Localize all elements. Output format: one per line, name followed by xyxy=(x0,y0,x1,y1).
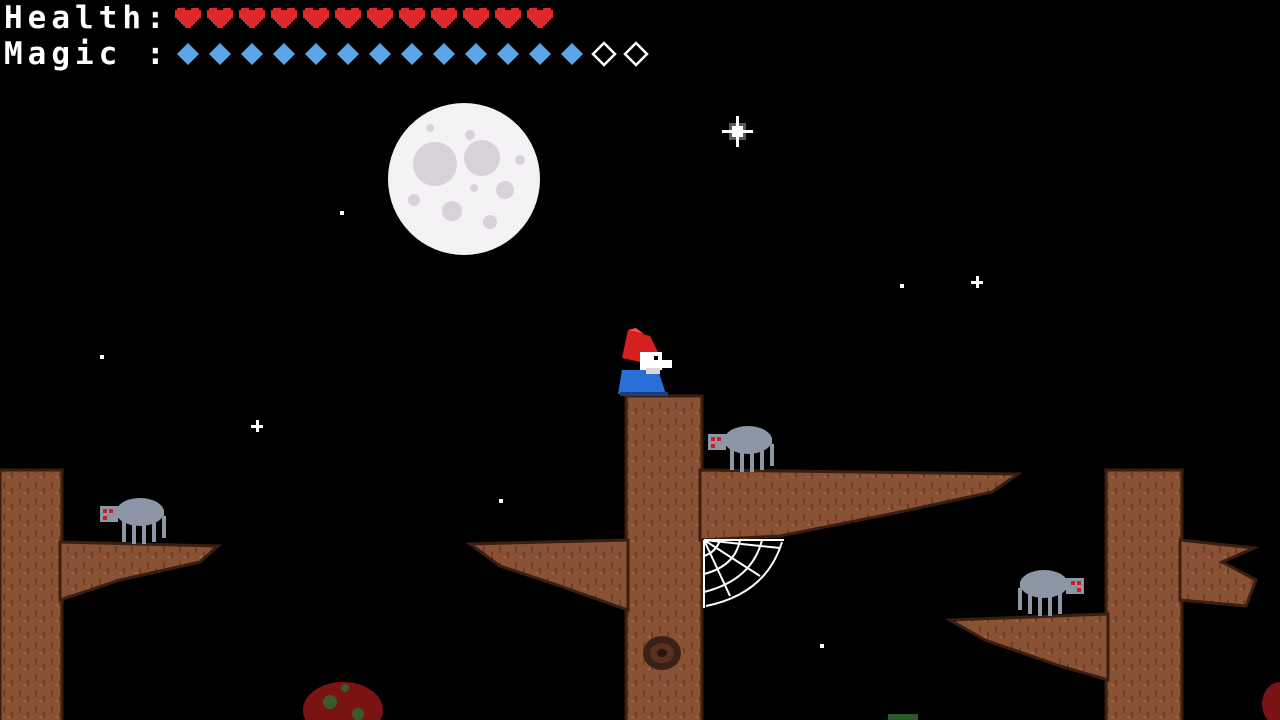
heart-icon xyxy=(524,2,556,34)
magic-gem-icon xyxy=(172,38,204,70)
heart-icon xyxy=(364,2,396,34)
magic-gem-icon xyxy=(332,38,364,70)
heart-icon xyxy=(428,2,460,34)
heart-icon xyxy=(300,2,332,34)
magic-gem-icon xyxy=(556,38,588,70)
magic-gem-empty-icon xyxy=(588,38,620,70)
heart-icon xyxy=(332,2,364,34)
magic-gem-icon xyxy=(428,38,460,70)
magic-gem-icon xyxy=(204,38,236,70)
heart-icon xyxy=(268,2,300,34)
magic-gem-icon xyxy=(300,38,332,70)
heart-icon xyxy=(204,2,236,34)
magic-bar: Magic : xyxy=(4,36,652,72)
magic-gem-icon xyxy=(396,38,428,70)
magic-gem-empty-icon xyxy=(620,38,652,70)
magic-gem-icon xyxy=(460,38,492,70)
heart-icon xyxy=(460,2,492,34)
magic-gem-icon xyxy=(268,38,300,70)
magic-gem-icon xyxy=(524,38,556,70)
heart-icon xyxy=(172,2,204,34)
player-character xyxy=(618,328,672,396)
magic-gem-icon xyxy=(236,38,268,70)
magic-gem-icon xyxy=(364,38,396,70)
health-bar: Health: xyxy=(4,0,556,36)
health-hearts xyxy=(172,2,556,34)
health-label: Health: xyxy=(4,0,170,36)
magic-label: Magic : xyxy=(4,36,170,72)
heart-icon xyxy=(396,2,428,34)
magic-gem-icon xyxy=(492,38,524,70)
heart-icon xyxy=(236,2,268,34)
magic-gems xyxy=(172,38,652,70)
heart-icon xyxy=(492,2,524,34)
game-screen[interactable]: Health: Magic : xyxy=(0,0,1280,720)
